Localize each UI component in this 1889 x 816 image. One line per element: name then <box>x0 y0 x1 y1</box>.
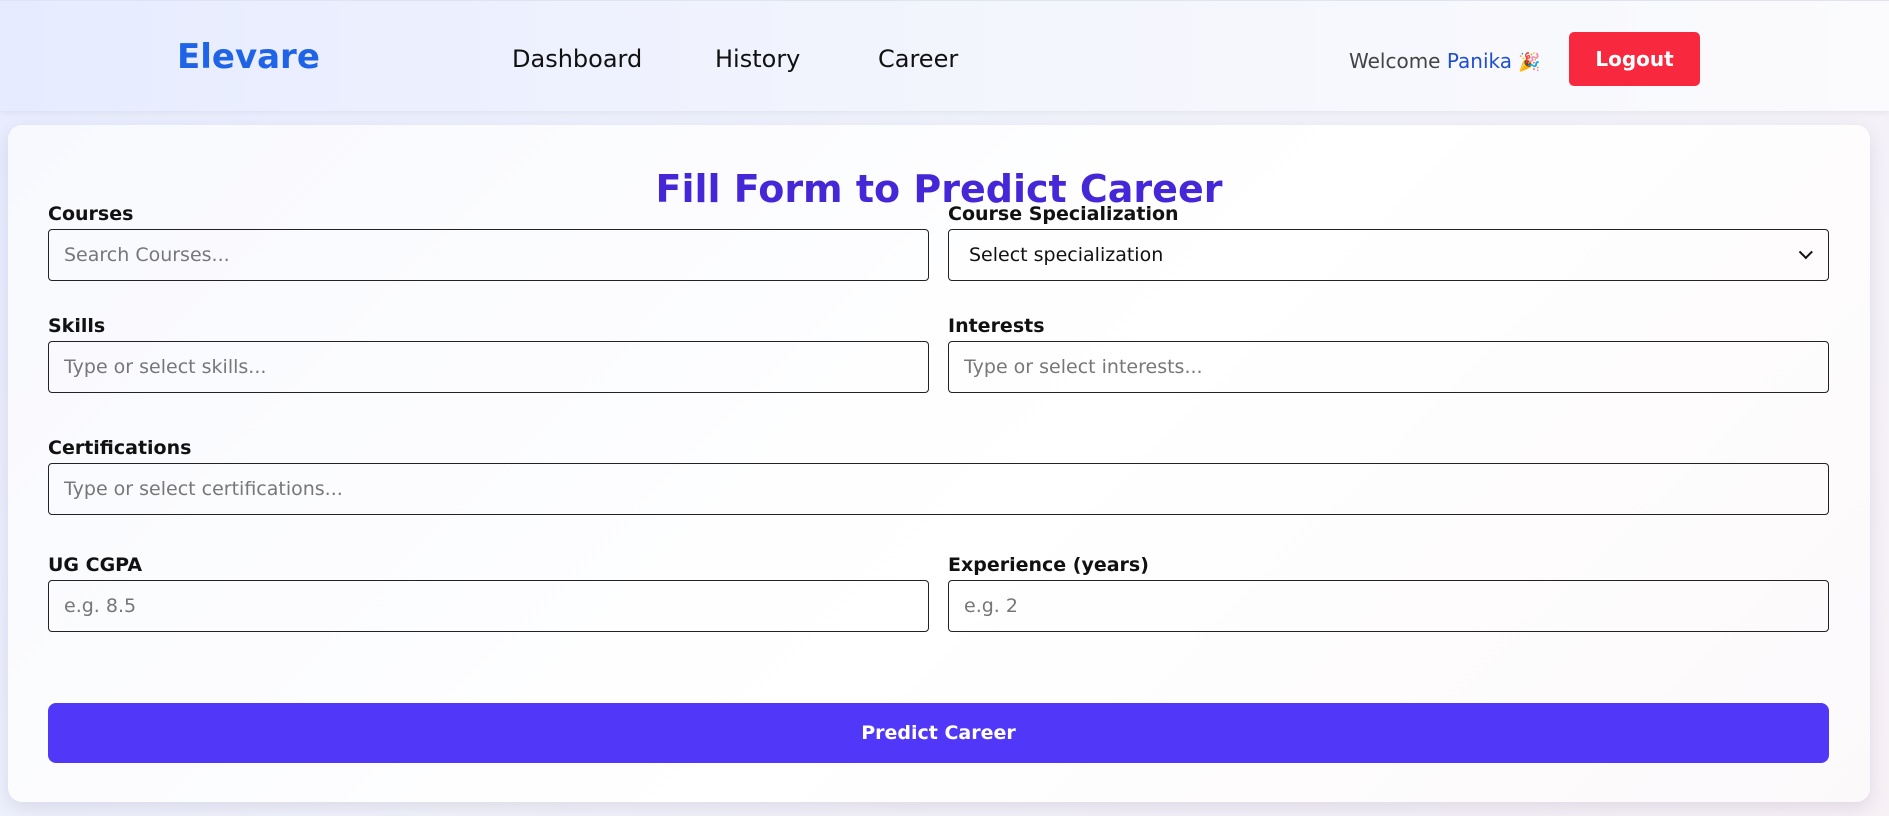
courses-search-input[interactable] <box>48 229 929 281</box>
brand-logo[interactable]: Elevare <box>177 37 320 77</box>
specialization-label: Course Specialization <box>948 203 1179 225</box>
predict-career-button[interactable]: Predict Career <box>48 703 1829 763</box>
interests-label: Interests <box>948 315 1045 337</box>
page-title: Fill Form to Predict Career <box>655 167 1223 211</box>
specialization-select[interactable]: Select specialization <box>948 229 1829 281</box>
nav-history[interactable]: History <box>715 45 800 73</box>
experience-label: Experience (years) <box>948 554 1149 576</box>
chevron-down-icon <box>1798 245 1813 260</box>
certifications-input[interactable] <box>48 463 1829 515</box>
nav-career[interactable]: Career <box>878 45 958 73</box>
interests-input[interactable] <box>948 341 1829 393</box>
career-form-card: Fill Form to Predict Career Courses Cour… <box>8 125 1870 802</box>
welcome-message: Welcome Panika 🎉 <box>1349 49 1541 73</box>
courses-label: Courses <box>48 203 134 225</box>
logout-button[interactable]: Logout <box>1569 32 1700 86</box>
party-popper-icon: 🎉 <box>1518 52 1541 73</box>
skills-input[interactable] <box>48 341 929 393</box>
certifications-label: Certifications <box>48 437 192 459</box>
experience-input[interactable] <box>948 580 1829 632</box>
skills-label: Skills <box>48 315 106 337</box>
user-name: Panika <box>1446 49 1512 73</box>
top-navbar: Elevare Dashboard History Career Welcome… <box>0 0 1889 111</box>
cgpa-input[interactable] <box>48 580 929 632</box>
nav-dashboard[interactable]: Dashboard <box>512 45 642 73</box>
welcome-prefix: Welcome <box>1349 49 1441 73</box>
specialization-selected-value: Select specialization <box>969 244 1164 266</box>
cgpa-label: UG CGPA <box>48 554 143 576</box>
